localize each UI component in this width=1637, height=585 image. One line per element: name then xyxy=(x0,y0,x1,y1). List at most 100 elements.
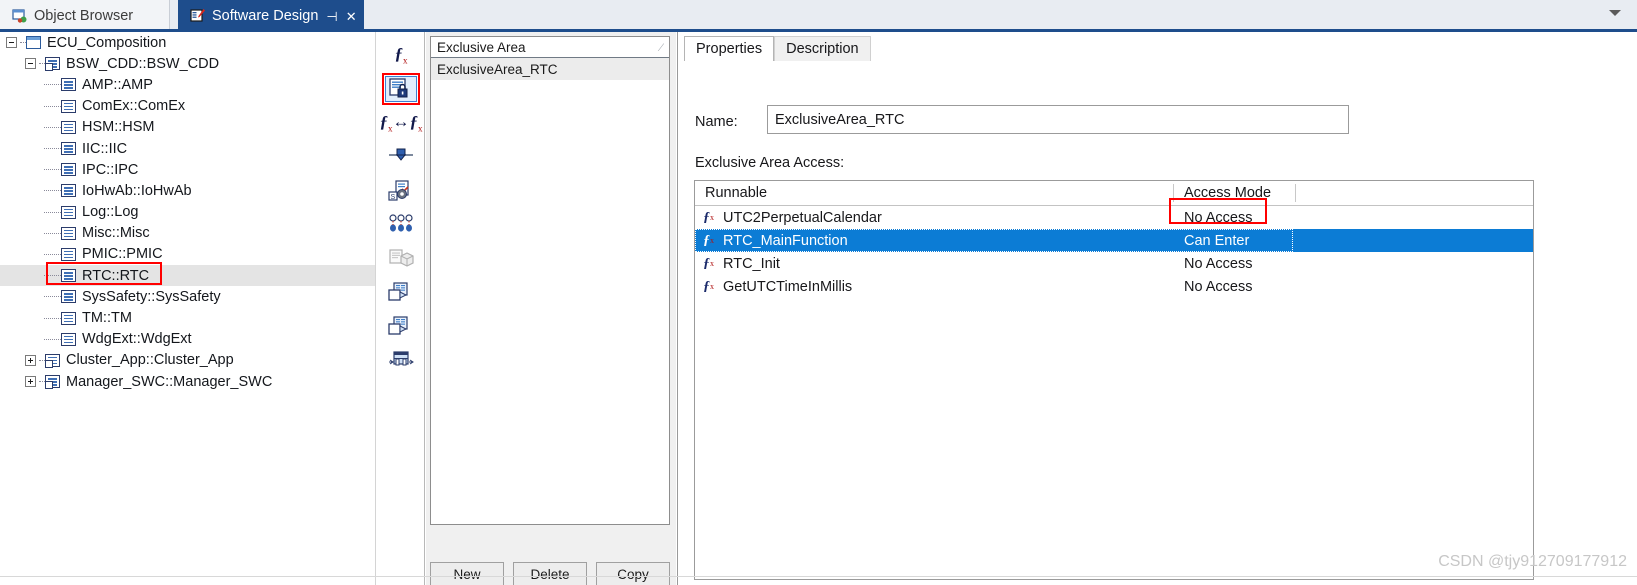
exclusive-area-list-item[interactable]: ExclusiveArea_RTC xyxy=(431,58,669,80)
runnable-icon[interactable]: ƒx xyxy=(377,38,425,72)
tree-connector-line xyxy=(44,296,61,298)
tree-item-cluster-app[interactable]: Cluster_App::Cluster_App xyxy=(0,350,375,371)
exclusive-area-buttons: New Delete Copy xyxy=(430,562,670,585)
table-row[interactable]: ƒ x RTC_Init No Access xyxy=(695,252,1533,275)
runnable-name-cell: GetUTCTimeInMillis xyxy=(723,278,853,295)
component-icon xyxy=(45,57,60,72)
software-design-icon xyxy=(190,8,206,24)
tab-software-design[interactable]: Software Design ⊣ ✕ xyxy=(178,0,364,32)
component-icon xyxy=(45,375,60,390)
copy-doc-icon[interactable] xyxy=(377,276,425,310)
model-tree-panel[interactable]: ECU_CompositionBSW_CDD::BSW_CDD AMP::AMPC… xyxy=(0,32,376,585)
composition-icon xyxy=(26,36,41,50)
chevron-down-icon[interactable] xyxy=(1609,10,1621,16)
tree-item-label: TM::TM xyxy=(82,310,132,327)
tree-item-pmic[interactable]: PMIC::PMIC xyxy=(0,244,375,265)
tree-item-tm[interactable]: TM::TM xyxy=(0,307,375,328)
element-type-toolbar[interactable]: ƒx ƒx↔ƒx S xyxy=(377,32,425,585)
tree-item-label: ECU_Composition xyxy=(47,34,167,51)
tree-connector-line xyxy=(44,105,61,107)
tree-item-label: ComEx::ComEx xyxy=(82,98,186,115)
tree-item-amp[interactable]: AMP::AMP xyxy=(0,74,375,95)
component-icon xyxy=(61,332,76,346)
watermark: CSDN @tjy912709177912 xyxy=(1438,553,1627,570)
runnable-mapping-icon[interactable]: ƒx↔ƒx xyxy=(377,106,425,140)
access-mode-cell[interactable]: No Access xyxy=(1184,275,1253,298)
tree-item-ecu-composition[interactable]: ECU_Composition xyxy=(0,32,375,53)
new-button[interactable]: New xyxy=(430,562,504,585)
collapse-icon[interactable] xyxy=(6,37,17,49)
tree-item-iic[interactable]: IIC::IIC xyxy=(0,138,375,159)
tree-item-misc[interactable]: Misc::Misc xyxy=(0,223,375,244)
tree-connector-line xyxy=(44,317,61,319)
column-separator-2[interactable] xyxy=(1295,184,1296,202)
tree-item-rtc[interactable]: RTC::RTC xyxy=(0,265,375,287)
tab-description[interactable]: Description xyxy=(774,36,871,61)
tab-software-design-label: Software Design xyxy=(212,8,319,24)
column-separator-1[interactable] xyxy=(1173,184,1174,202)
expand-icon[interactable] xyxy=(25,354,36,366)
service-needs-icon[interactable]: S xyxy=(377,174,425,208)
collapse-icon[interactable] xyxy=(25,58,36,70)
tree-connector-line xyxy=(44,338,61,340)
tree-connector-line xyxy=(44,148,61,150)
paste-doc-glyph xyxy=(388,316,414,338)
tree-item-ipc[interactable]: IPC::IPC xyxy=(0,159,375,180)
connector-icon[interactable] xyxy=(377,344,425,378)
component-icon xyxy=(61,163,76,177)
runnable-name-cell: UTC2PerpetualCalendar xyxy=(723,209,882,226)
tree-item-syssafety[interactable]: SysSafety::SysSafety xyxy=(0,286,375,307)
delete-button[interactable]: Delete xyxy=(513,562,587,585)
data-elements-glyph xyxy=(388,214,414,236)
tree-item-label: Cluster_App::Cluster_App xyxy=(66,352,234,369)
package-glyph xyxy=(388,248,414,270)
tree-connector-line xyxy=(44,253,61,255)
table-row[interactable]: ƒ x RTC_MainFunction Can Enter xyxy=(695,229,1533,252)
exclusive-area-list[interactable]: Exclusive Area ⁄ ExclusiveArea_RTC xyxy=(430,36,670,525)
tree-item-label: Misc::Misc xyxy=(82,225,150,242)
tab-properties[interactable]: Properties xyxy=(684,36,775,61)
tree-item-label: Manager_SWC::Manager_SWC xyxy=(66,373,273,390)
tree-item-iohwab[interactable]: IoHwAb::IoHwAb xyxy=(0,180,375,201)
data-elements-icon[interactable] xyxy=(377,208,425,242)
tree-item-label: IIC::IIC xyxy=(82,140,128,157)
properties-tabs[interactable]: Properties Description xyxy=(684,36,871,61)
runnable-fx-icon: ƒx xyxy=(703,255,714,271)
tab-object-browser[interactable]: Object Browser xyxy=(0,0,170,32)
table-row[interactable]: ƒ x GetUTCTimeInMillis No Access xyxy=(695,275,1533,298)
tree-item-bsw-cdd[interactable]: BSW_CDD::BSW_CDD xyxy=(0,53,375,74)
exclusive-area-icon[interactable] xyxy=(377,72,425,106)
port-icon[interactable] xyxy=(377,140,425,174)
pin-icon[interactable]: ⊣ xyxy=(326,10,337,23)
tree-item-comex[interactable]: ComEx::ComEx xyxy=(0,96,375,117)
service-needs-glyph: S xyxy=(388,180,414,202)
table-row[interactable]: ƒ x UTC2PerpetualCalendar No Access xyxy=(695,206,1533,229)
name-input[interactable] xyxy=(767,105,1349,134)
tree-item-hsm[interactable]: HSM::HSM xyxy=(0,117,375,138)
copy-button[interactable]: Copy xyxy=(596,562,670,585)
column-header-access-mode[interactable]: Access Mode xyxy=(1184,181,1271,205)
paste-doc-icon[interactable] xyxy=(377,310,425,344)
tree-connector-line xyxy=(44,84,61,86)
expand-icon[interactable] xyxy=(25,376,36,388)
column-header-runnable[interactable]: Runnable xyxy=(705,181,767,205)
runnable-fx-icon: ƒx xyxy=(703,278,714,294)
component-icon xyxy=(61,205,76,219)
package-icon[interactable] xyxy=(377,242,425,276)
component-icon xyxy=(61,184,76,198)
fx-fx-glyph: ƒx↔ƒx xyxy=(379,112,423,134)
tree-item-manager-swc[interactable]: Manager_SWC::Manager_SWC xyxy=(0,371,375,392)
access-mode-cell[interactable]: No Access xyxy=(1184,252,1253,275)
tree-item-label: IoHwAb::IoHwAb xyxy=(82,182,192,199)
access-mode-cell[interactable]: No Access xyxy=(1184,206,1253,229)
access-mode-cell[interactable]: Can Enter xyxy=(1184,229,1249,252)
tree-item-wdgext[interactable]: WdgExt::WdgExt xyxy=(0,329,375,350)
tree-item-label: HSM::HSM xyxy=(82,119,155,136)
component-icon xyxy=(61,290,76,304)
exclusive-area-access-grid[interactable]: Runnable Access Mode ƒ x UTC2PerpetualCale… xyxy=(694,180,1534,580)
tree-connector-line xyxy=(44,211,61,213)
tree-item-log[interactable]: Log::Log xyxy=(0,202,375,223)
exclusive-area-column-header[interactable]: Exclusive Area ⁄ xyxy=(431,37,669,58)
close-icon[interactable]: ✕ xyxy=(346,10,357,23)
component-icon xyxy=(61,120,76,134)
